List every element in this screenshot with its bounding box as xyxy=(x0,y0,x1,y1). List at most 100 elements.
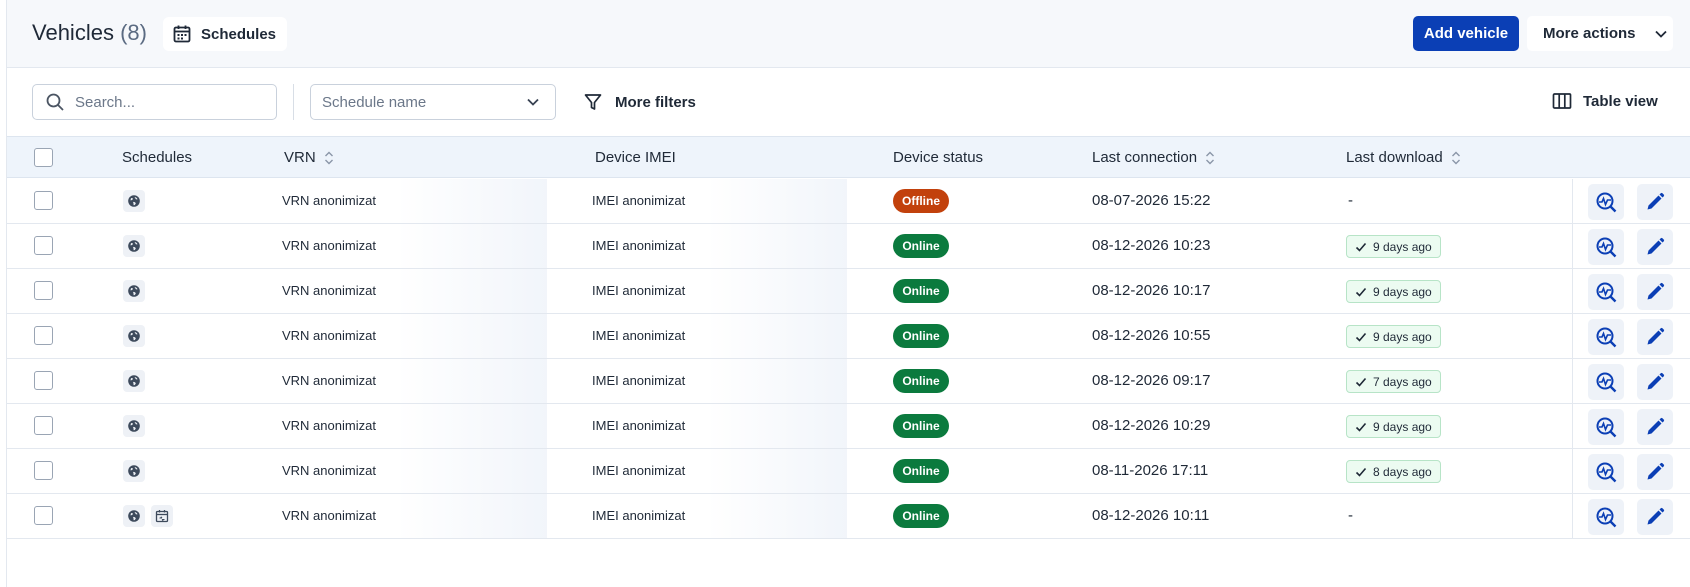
row-checkbox[interactable] xyxy=(34,461,53,480)
select-all-checkbox[interactable] xyxy=(34,148,53,167)
last-download-empty: - xyxy=(1348,507,1353,524)
actions-divider xyxy=(1572,494,1573,538)
vrn-cell: VRN anonimizat xyxy=(282,328,376,343)
last-connection-cell: 08-12-2026 10:11 xyxy=(1092,507,1210,524)
row-checkbox[interactable] xyxy=(34,371,53,390)
column-schedules-label: Schedules xyxy=(122,149,193,166)
more-filters-button[interactable]: More filters xyxy=(583,92,696,112)
view-analytics-button[interactable] xyxy=(1588,229,1624,265)
table-row[interactable]: VRN anonimizat IMEI anonimizat Online 08-11… xyxy=(7,449,1690,494)
analytics-search-icon xyxy=(1596,507,1617,528)
vrn-fade xyxy=(397,494,547,538)
table-row[interactable]: VRN anonimizat IMEI anonimizat Online 08-12… xyxy=(7,404,1690,449)
table-row[interactable]: VRN anonimizat IMEI anonimizat Online 08-12… xyxy=(7,314,1690,359)
table-row[interactable]: VRN anonimizat IMEI anonimizat Online 08-12… xyxy=(7,224,1690,269)
row-checkbox[interactable] xyxy=(34,326,53,345)
last-download-badge: 9 days ago xyxy=(1346,415,1441,438)
edit-vehicle-button[interactable] xyxy=(1637,454,1673,490)
vrn-cell: VRN anonimizat xyxy=(282,508,376,523)
column-vrn[interactable]: VRN xyxy=(284,149,334,166)
more-actions-button[interactable]: More actions xyxy=(1527,16,1673,51)
edit-vehicle-button[interactable] xyxy=(1637,499,1673,535)
column-download-label: Last download xyxy=(1346,149,1443,166)
view-analytics-button[interactable] xyxy=(1588,274,1624,310)
row-checkbox[interactable] xyxy=(34,191,53,210)
actions-divider xyxy=(1572,404,1573,448)
last-connection-cell: 08-12-2026 10:29 xyxy=(1092,417,1211,434)
status-badge: Online xyxy=(893,324,949,348)
actions-divider xyxy=(1572,314,1573,358)
imei-fade xyxy=(707,224,847,268)
edit-vehicle-button[interactable] xyxy=(1637,319,1673,355)
edit-pencil-icon xyxy=(1647,372,1665,390)
analytics-search-icon xyxy=(1596,417,1617,438)
status-badge: Online xyxy=(893,234,949,258)
edit-pencil-icon xyxy=(1647,462,1665,480)
last-connection-cell: 08-07-2026 15:22 xyxy=(1092,192,1211,209)
analytics-search-icon xyxy=(1596,462,1617,483)
sort-icon xyxy=(1206,151,1215,164)
view-analytics-button[interactable] xyxy=(1588,184,1624,220)
chevron-down-icon xyxy=(527,98,539,106)
check-icon xyxy=(1355,287,1367,297)
row-checkbox[interactable] xyxy=(34,416,53,435)
edit-pencil-icon xyxy=(1647,327,1665,345)
edit-pencil-icon xyxy=(1647,237,1665,255)
check-icon xyxy=(1355,467,1367,477)
last-download-badge: 9 days ago xyxy=(1346,325,1441,348)
edit-vehicle-button[interactable] xyxy=(1637,409,1673,445)
view-analytics-button[interactable] xyxy=(1588,499,1624,535)
globe-icon xyxy=(128,195,140,207)
table-row[interactable]: VRN anonimizat IMEI anonimizat Online 08-12… xyxy=(7,494,1690,539)
vrn-cell: VRN anonimizat xyxy=(282,418,376,433)
globe-icon xyxy=(128,420,140,432)
last-connection-cell: 08-12-2026 09:17 xyxy=(1092,372,1211,389)
edit-pencil-icon xyxy=(1647,192,1665,210)
column-last-download[interactable]: Last download xyxy=(1346,149,1461,166)
table-view-button[interactable]: Table view xyxy=(1552,92,1658,110)
edit-vehicle-button[interactable] xyxy=(1637,184,1673,220)
more-filters-label: More filters xyxy=(615,93,696,111)
view-analytics-button[interactable] xyxy=(1588,454,1624,490)
view-analytics-button[interactable] xyxy=(1588,364,1624,400)
edit-vehicle-button[interactable] xyxy=(1637,364,1673,400)
imei-fade xyxy=(707,314,847,358)
schedule-type-badge xyxy=(123,325,145,347)
column-last-connection[interactable]: Last connection xyxy=(1092,149,1215,166)
row-checkbox[interactable] xyxy=(34,506,53,525)
imei-fade xyxy=(707,449,847,493)
vrn-fade xyxy=(397,224,547,268)
analytics-search-icon xyxy=(1596,327,1617,348)
status-badge: Online xyxy=(893,414,949,438)
imei-cell: IMEI anonimizat xyxy=(592,418,686,433)
table-row[interactable]: VRN anonimizat IMEI anonimizat Offline 08-0… xyxy=(7,179,1690,224)
analytics-search-icon xyxy=(1596,237,1617,258)
vrn-cell: VRN anonimizat xyxy=(282,463,376,478)
check-icon xyxy=(1355,242,1367,252)
row-checkbox[interactable] xyxy=(34,236,53,255)
edit-vehicle-button[interactable] xyxy=(1637,229,1673,265)
imei-cell: IMEI anonimizat xyxy=(592,508,686,523)
vrn-fade xyxy=(397,404,547,448)
search-input[interactable]: Search... xyxy=(32,84,277,120)
last-download-badge: 8 days ago xyxy=(1346,460,1441,483)
edit-pencil-icon xyxy=(1647,282,1665,300)
page-title: Vehicles (8) xyxy=(32,20,147,46)
view-analytics-button[interactable] xyxy=(1588,409,1624,445)
status-badge: Online xyxy=(893,369,949,393)
table-row[interactable]: VRN anonimizat IMEI anonimizat Online 08-12… xyxy=(7,269,1690,314)
table-row[interactable]: VRN anonimizat IMEI anonimizat Online 08-12… xyxy=(7,359,1690,404)
row-checkbox[interactable] xyxy=(34,281,53,300)
last-connection-cell: 08-12-2026 10:23 xyxy=(1092,237,1211,254)
schedules-button[interactable]: Schedules xyxy=(163,17,287,51)
view-analytics-button[interactable] xyxy=(1588,319,1624,355)
globe-icon xyxy=(128,465,140,477)
actions-divider xyxy=(1572,224,1573,268)
schedule-name-select[interactable]: Schedule name xyxy=(310,84,556,120)
imei-fade xyxy=(707,359,847,403)
edit-vehicle-button[interactable] xyxy=(1637,274,1673,310)
check-icon xyxy=(1355,332,1367,342)
vrn-fade xyxy=(397,179,547,223)
add-vehicle-button[interactable]: Add vehicle xyxy=(1413,16,1519,51)
calendar-icon xyxy=(173,25,191,43)
